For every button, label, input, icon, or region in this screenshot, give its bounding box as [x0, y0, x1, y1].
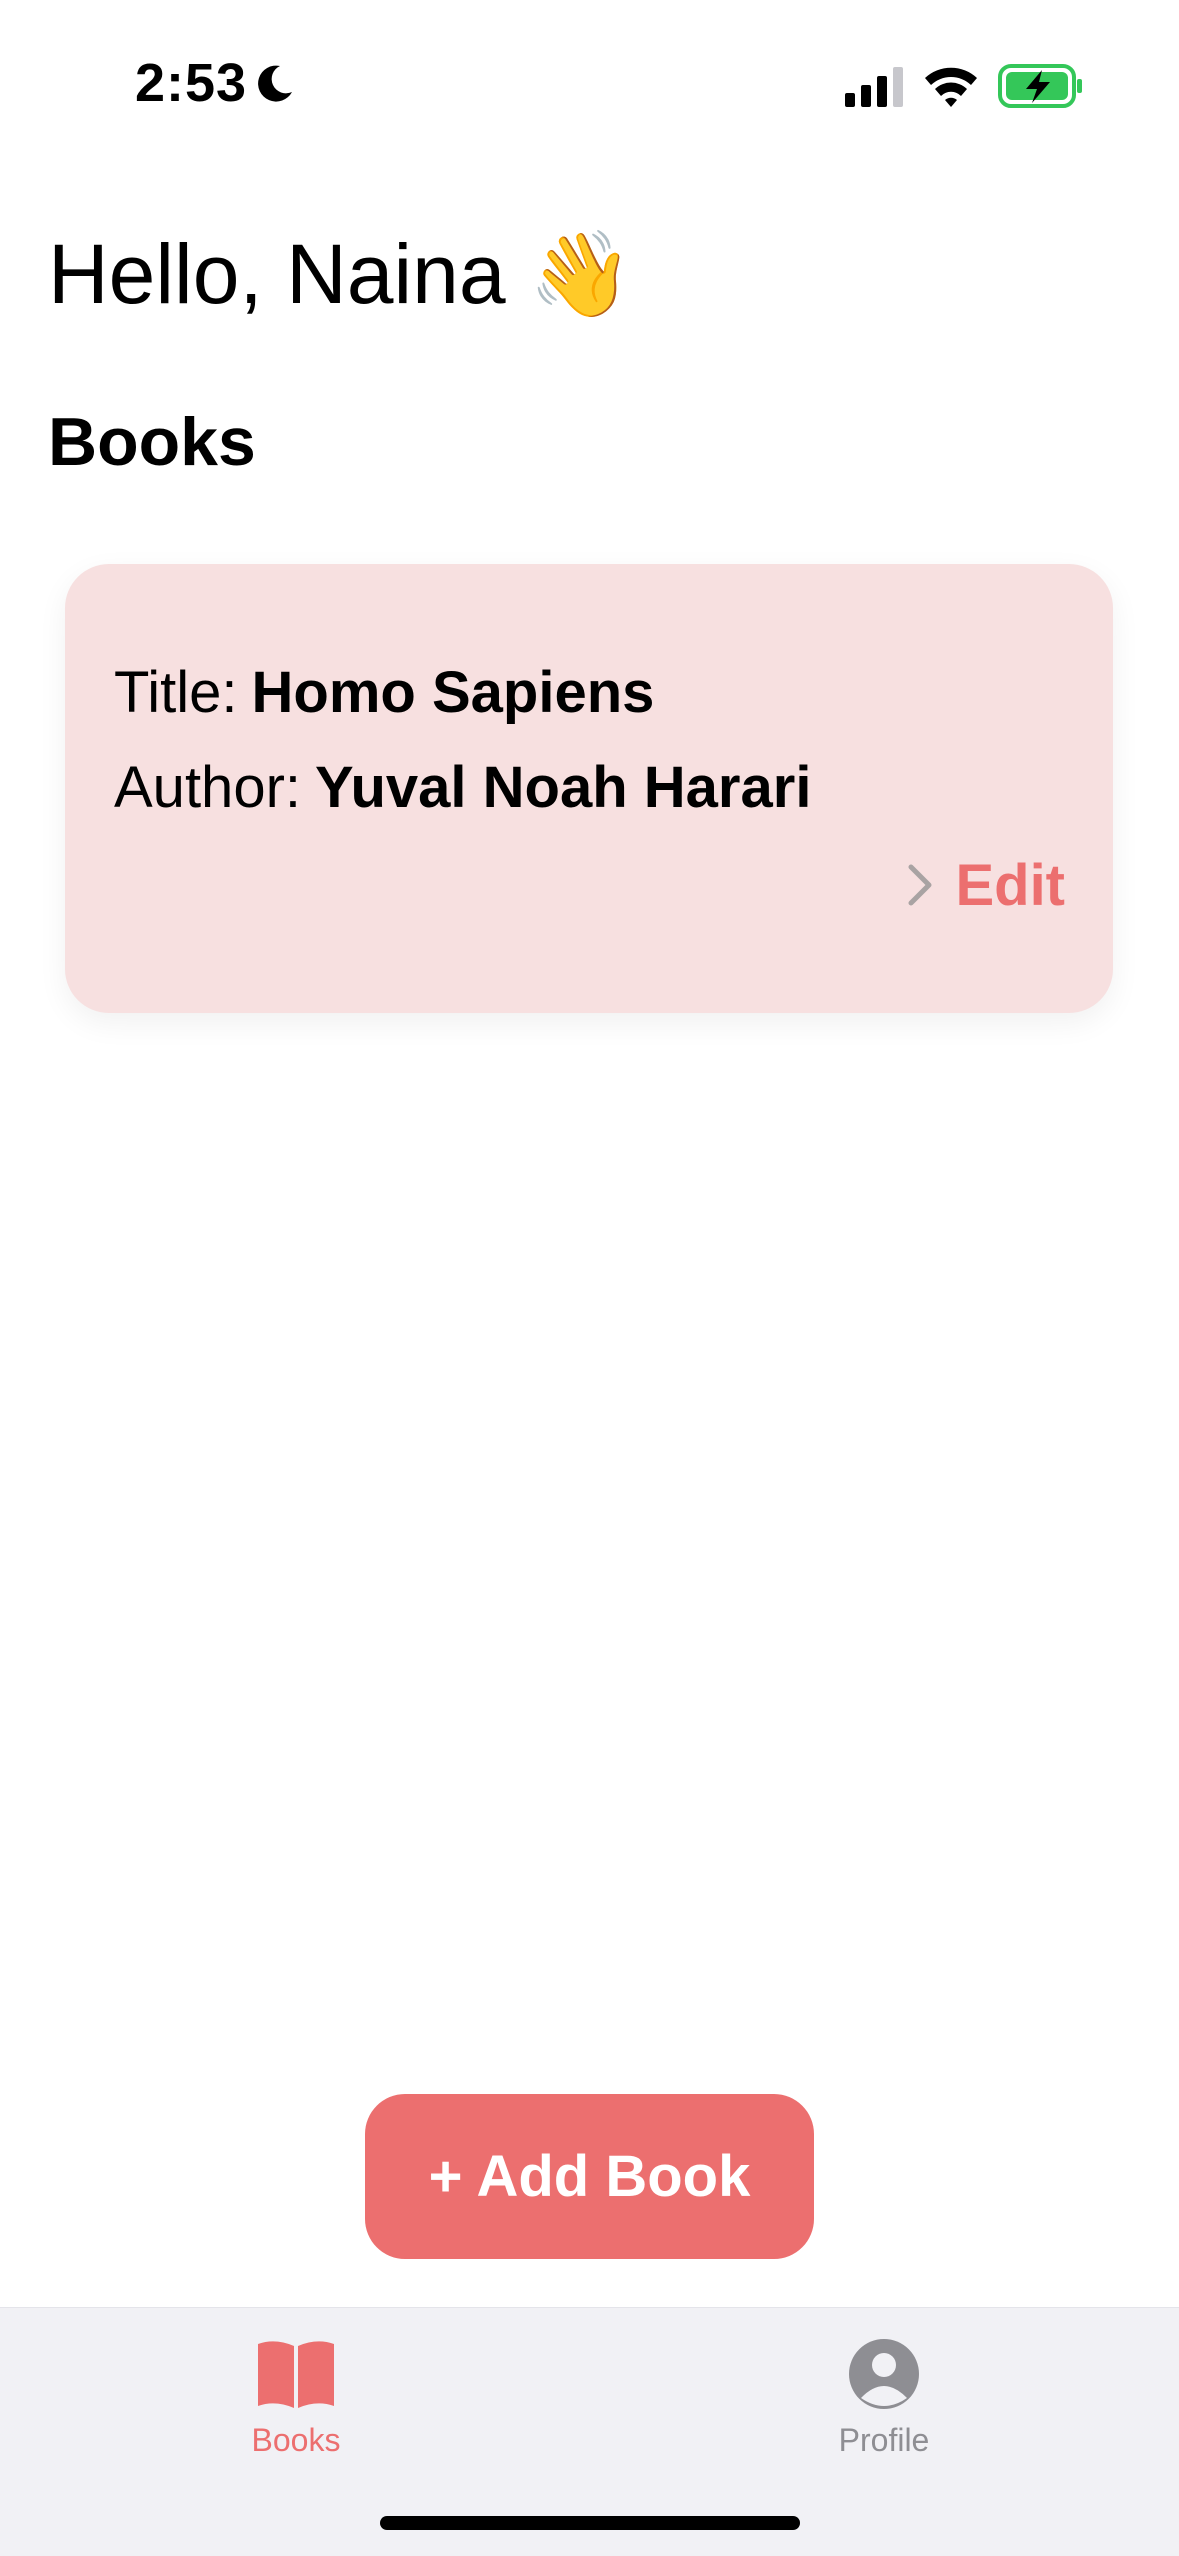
book-author-row: Author: Yuval Noah Harari	[114, 754, 811, 821]
status-bar: 2:53	[0, 0, 1179, 150]
title-label: Title:	[114, 660, 238, 725]
title-value: Homo Sapiens	[251, 660, 655, 725]
battery-charging-icon	[998, 64, 1082, 108]
books-screen: 2:53 Hello, Naina 👋 Books Title: Homo Sap…	[0, 0, 1179, 2556]
moon-icon	[258, 65, 292, 102]
greeting-heading: Hello, Naina 👋	[48, 227, 634, 321]
edit-label: Edit	[955, 852, 1065, 918]
wifi-icon	[925, 67, 977, 107]
section-title: Books	[48, 404, 256, 480]
book-card[interactable]: Title: Homo Sapiens Author: Yuval Noah Har…	[65, 564, 1113, 1013]
author-value: Yuval Noah Harari	[315, 755, 812, 820]
edit-button[interactable]: Edit	[907, 850, 1065, 920]
status-time: 2:53	[135, 53, 248, 113]
tab-books-label: Books	[251, 2422, 341, 2458]
chevron-right-icon	[908, 864, 932, 906]
tab-books[interactable]: Books	[186, 2328, 406, 2478]
person-circle-icon	[849, 2339, 919, 2409]
tab-profile-label: Profile	[838, 2422, 930, 2458]
tab-profile[interactable]: Profile	[774, 2328, 994, 2478]
home-indicator[interactable]	[380, 2516, 800, 2530]
signal-icon	[845, 67, 903, 107]
book-title-row: Title: Homo Sapiens	[114, 659, 654, 726]
author-label: Author:	[114, 755, 301, 820]
add-book-button[interactable]: + Add Book	[365, 2094, 814, 2259]
book-icon	[258, 2341, 334, 2408]
